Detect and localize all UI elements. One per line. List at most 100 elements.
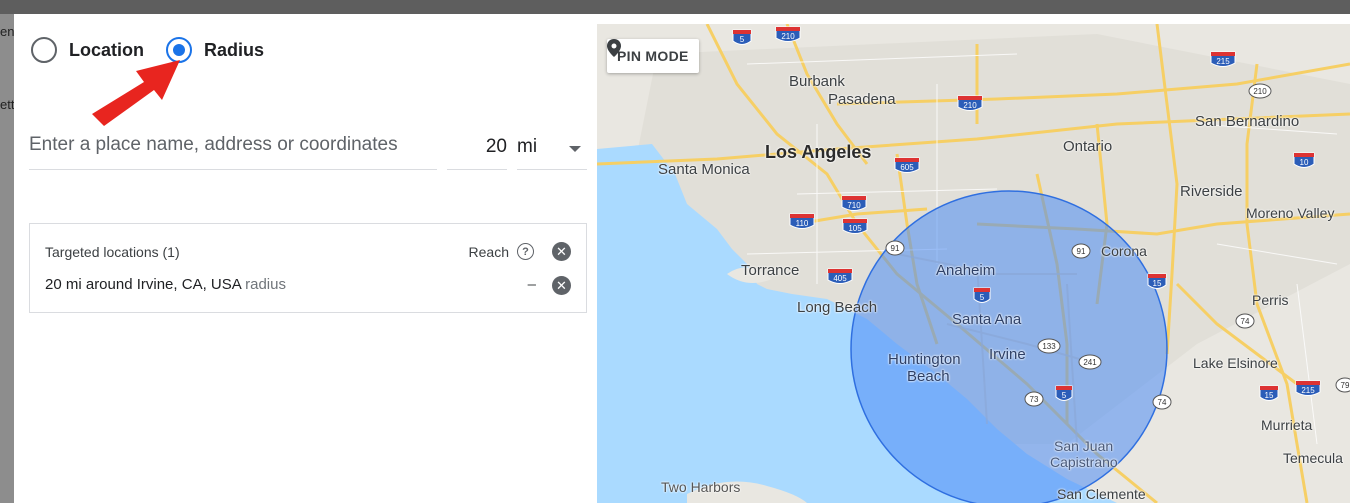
svg-text:79: 79 [1341, 381, 1350, 390]
targeted-locations-panel: Targeted locations (1) Reach ? ✕ 20 mi a… [29, 223, 587, 313]
help-icon[interactable]: ? [517, 243, 534, 260]
svg-text:210: 210 [1253, 87, 1267, 96]
state-route-shield-icon: 74 [1152, 394, 1172, 410]
map-label-anaheim: Anaheim [936, 262, 996, 279]
targeted-location-item: 20 mi around Irvine, CA, USA radius [45, 276, 286, 293]
map-label-murrieta: Murrieta [1261, 417, 1313, 433]
svg-text:215: 215 [1301, 386, 1315, 395]
red-arrow-icon [92, 60, 180, 126]
svg-text:710: 710 [847, 201, 861, 210]
interstate-shield-icon: 5 [732, 29, 752, 45]
remove-location-close-icon[interactable]: ✕ [552, 276, 571, 295]
svg-text:105: 105 [848, 224, 862, 233]
svg-text:74: 74 [1158, 398, 1167, 407]
map-label-corona: Corona [1101, 243, 1147, 259]
backdrop-top-bar [0, 0, 1350, 14]
interstate-shield-icon: 405 [827, 268, 853, 284]
interstate-shield-icon: 210 [957, 95, 983, 111]
remove-all-close-icon[interactable]: ✕ [552, 242, 571, 261]
interstate-shield-icon: 105 [842, 218, 868, 234]
svg-text:215: 215 [1216, 57, 1230, 66]
state-route-shield-icon: 91 [885, 240, 905, 256]
map-label-riverside: Riverside [1180, 183, 1243, 200]
map-label-lake-elsinore: Lake Elsinore [1193, 355, 1278, 371]
map-view[interactable]: 5 210 215 210 210 605 10 710 110 105 91 … [597, 24, 1350, 503]
svg-text:15: 15 [1265, 391, 1274, 400]
interstate-shield-icon: 10 [1293, 152, 1315, 168]
backdrop-text-fragment: en [0, 24, 15, 39]
svg-text:241: 241 [1083, 358, 1097, 367]
map-label-santa-monica: Santa Monica [658, 161, 750, 178]
radius-value-input[interactable]: 20 [447, 130, 507, 170]
map-label-perris: Perris [1252, 292, 1289, 308]
state-route-shield-icon: 241 [1078, 354, 1102, 370]
pin-mode-label: PIN MODE [617, 48, 689, 64]
map-label-los-angeles: Los Angeles [765, 142, 872, 162]
svg-text:133: 133 [1042, 342, 1056, 351]
svg-text:73: 73 [1030, 395, 1039, 404]
map-label-ontario: Ontario [1063, 138, 1113, 155]
svg-text:5: 5 [740, 35, 745, 44]
interstate-shield-icon: 5 [973, 287, 991, 303]
svg-text:91: 91 [1077, 247, 1086, 256]
radius-radio-label[interactable]: Radius [204, 40, 264, 61]
map-label-capistrano: Capistrano [1050, 454, 1118, 470]
state-route-shield-icon: 91 [1071, 243, 1091, 259]
radius-unit-select[interactable]: mi [517, 130, 587, 170]
targeted-locations-header: Targeted locations (1) [45, 244, 180, 260]
state-route-shield-icon: 210 [1248, 83, 1272, 99]
reach-label: Reach [468, 243, 509, 260]
map-pin-icon [607, 39, 621, 57]
svg-text:110: 110 [796, 219, 809, 228]
interstate-shield-icon: 215 [1295, 380, 1321, 396]
map-label-santa-ana: Santa Ana [952, 311, 1022, 328]
state-route-shield-icon: 73 [1024, 391, 1044, 407]
radius-unit-value: mi [517, 136, 538, 157]
radio-unchecked-icon[interactable] [31, 37, 57, 63]
interstate-shield-icon: 605 [894, 157, 920, 173]
interstate-shield-icon: 710 [841, 195, 867, 211]
map-label-huntington: Huntington [888, 351, 961, 368]
interstate-shield-icon: 5 [1055, 385, 1073, 401]
targeting-pane: Location Radius 20 mi Targeted locations… [14, 14, 597, 503]
state-route-shield-icon: 133 [1037, 338, 1061, 354]
map-label-beach: Beach [907, 368, 950, 385]
place-search-field[interactable] [29, 130, 437, 170]
dropdown-caret-icon[interactable] [569, 146, 581, 152]
interstate-shield-icon: 215 [1210, 51, 1236, 67]
map-label-burbank: Burbank [789, 73, 845, 90]
svg-text:210: 210 [963, 101, 977, 110]
place-search-input[interactable] [29, 130, 437, 156]
pin-mode-button[interactable]: PIN MODE [607, 39, 699, 73]
svg-text:405: 405 [833, 274, 847, 283]
svg-text:74: 74 [1241, 317, 1250, 326]
interstate-shield-icon: 210 [775, 26, 801, 42]
map-label-san-bernardino: San Bernardino [1195, 113, 1300, 130]
state-route-shield-icon: 74 [1235, 313, 1255, 329]
map-label-san-juan: San Juan [1054, 438, 1114, 454]
interstate-shield-icon: 110 [789, 213, 815, 229]
svg-text:605: 605 [900, 163, 914, 172]
targeted-location-text: 20 mi around Irvine, CA, USA [45, 276, 241, 293]
map-label-pasadena: Pasadena [828, 91, 896, 108]
svg-text:5: 5 [1062, 391, 1067, 400]
map-label-moreno-valley: Moreno Valley [1246, 205, 1335, 221]
state-route-shield-icon: 79 [1335, 377, 1350, 393]
svg-text:5: 5 [980, 293, 985, 302]
map-label-two-harbors: Two Harbors [661, 479, 741, 495]
targeted-location-type: radius [245, 276, 286, 293]
targeted-location-reach: – [527, 276, 536, 293]
backdrop-left-strip [0, 14, 14, 503]
svg-text:210: 210 [781, 32, 795, 41]
interstate-shield-icon: 15 [1147, 273, 1167, 289]
map-label-long-beach: Long Beach [797, 299, 878, 316]
reach-header: Reach ? [469, 243, 534, 260]
interstate-shield-icon: 15 [1259, 385, 1279, 401]
svg-text:91: 91 [891, 244, 900, 253]
location-targeting-dialog: Location Radius 20 mi Targeted locations… [14, 14, 1350, 503]
map-label-temecula: Temecula [1283, 450, 1343, 466]
svg-text:15: 15 [1153, 279, 1162, 288]
map-label-torrance: Torrance [741, 262, 800, 279]
svg-text:10: 10 [1300, 158, 1309, 167]
map-label-irvine: Irvine [989, 346, 1026, 363]
